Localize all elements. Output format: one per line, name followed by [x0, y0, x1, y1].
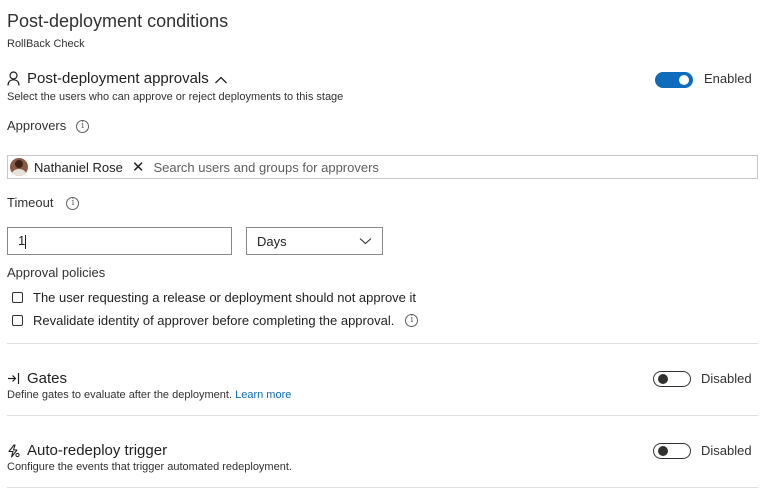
toggle-knob — [658, 446, 668, 456]
approvers-label-row: Approvers i — [7, 117, 90, 133]
policy-label: The user requesting a release or deploym… — [33, 290, 417, 305]
gates-toggle[interactable] — [653, 371, 691, 387]
avatar — [10, 158, 28, 176]
approvals-title: Post-deployment approvals — [27, 70, 209, 87]
info-icon[interactable]: i — [405, 314, 419, 327]
gates-toggle-label: Disabled — [701, 371, 752, 386]
divider — [7, 343, 758, 344]
toggle-knob — [658, 374, 668, 384]
divider — [7, 487, 758, 488]
chevron-down-icon — [359, 238, 372, 245]
approvers-search-input[interactable] — [151, 158, 757, 176]
policy-checkbox[interactable] — [12, 292, 23, 303]
timeout-label: Timeout — [7, 194, 54, 210]
policy-row[interactable]: Revalidate identity of approver before c… — [12, 313, 419, 328]
approver-name: Nathaniel Rose — [34, 159, 123, 175]
approvals-description: Select the users who can approve or reje… — [7, 91, 344, 103]
timeout-input[interactable]: 1 — [7, 227, 232, 255]
gates-description-row: Define gates to evaluate after the deplo… — [7, 389, 291, 401]
policy-row[interactable]: The user requesting a release or deploym… — [12, 290, 416, 305]
approvals-header[interactable]: Post-deployment approvals — [7, 70, 235, 87]
text-caret — [25, 234, 27, 249]
timeout-value: 1 — [18, 233, 26, 248]
close-icon[interactable]: ✕ — [132, 160, 145, 175]
toggle-knob — [679, 75, 689, 85]
divider — [7, 415, 758, 416]
person-icon — [7, 71, 20, 86]
policy-label: Revalidate identity of approver before c… — [33, 313, 395, 328]
learn-more-link[interactable]: Learn more — [235, 389, 291, 401]
redeploy-toggle-label: Disabled — [701, 443, 752, 458]
approvals-toggle-label: Enabled — [704, 71, 752, 86]
gates-header[interactable]: Gates — [7, 370, 67, 387]
policy-checkbox[interactable] — [12, 315, 23, 326]
approvers-label: Approvers — [7, 117, 67, 133]
approvals-toggle[interactable] — [655, 72, 693, 88]
page-subtitle: RollBack Check — [7, 38, 85, 50]
timeout-unit-select[interactable]: Days — [246, 227, 383, 255]
page-title: Post-deployment conditions — [7, 11, 229, 31]
lightning-icon — [8, 443, 20, 458]
gates-title: Gates — [27, 370, 68, 387]
redeploy-description: Configure the events that trigger automa… — [7, 461, 292, 473]
info-icon[interactable]: i — [76, 120, 90, 133]
redeploy-header[interactable]: Auto-redeploy trigger — [7, 442, 167, 459]
redeploy-title: Auto-redeploy trigger — [27, 442, 168, 459]
approver-chip: Nathaniel Rose ✕ — [8, 156, 144, 178]
redeploy-toggle[interactable] — [653, 443, 691, 459]
info-icon[interactable]: i — [66, 197, 80, 210]
gates-description: Define gates to evaluate after the deplo… — [7, 389, 233, 401]
gate-icon — [8, 373, 20, 384]
approvers-picker[interactable]: Nathaniel Rose ✕ — [7, 155, 758, 179]
chevron-up-icon[interactable] — [214, 75, 228, 85]
approval-policies-label: Approval policies — [7, 265, 106, 280]
timeout-label-row: Timeout i — [7, 194, 80, 210]
timeout-unit-value: Days — [257, 233, 287, 249]
